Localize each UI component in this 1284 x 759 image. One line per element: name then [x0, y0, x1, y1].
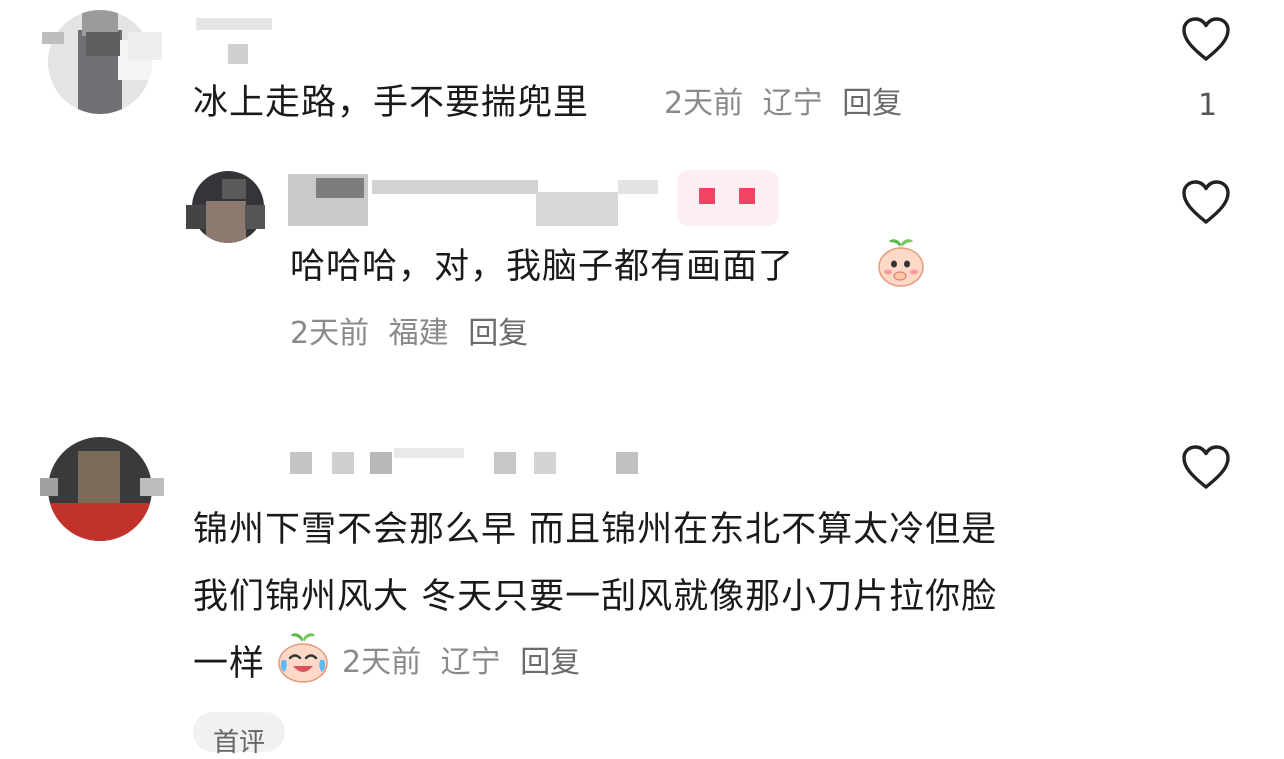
- mosaic-block: [40, 478, 58, 496]
- reply-button[interactable]: 回复: [520, 645, 580, 680]
- comment-time: 2天前: [342, 645, 422, 680]
- like-button[interactable]: [1181, 179, 1231, 225]
- mosaic-block: [245, 205, 265, 229]
- comment-time: 2天前: [290, 316, 370, 351]
- comment-text-line: 一样: [193, 644, 266, 684]
- first-comment-chip[interactable]: 首评: [193, 712, 286, 758]
- username-redacted[interactable]: [40, 14, 280, 64]
- comment-location: 辽宁: [440, 645, 501, 680]
- author-badge: [677, 170, 779, 226]
- mosaic-block: [186, 205, 206, 229]
- avatar[interactable]: [48, 437, 152, 541]
- like-button[interactable]: [1181, 444, 1231, 490]
- comment-meta: 2天前 福建 回复: [290, 319, 528, 349]
- comment-location: 辽宁: [762, 86, 823, 121]
- comment-meta: 2天前 辽宁 回复: [342, 648, 580, 678]
- peach-laugh-emoji-icon: [876, 236, 926, 288]
- heart-outline-icon: [1182, 180, 1230, 224]
- reply-button[interactable]: 回复: [842, 86, 902, 121]
- comment-text-line: 锦州下雪不会那么早 而且锦州在东北不算太冷但是: [193, 510, 998, 550]
- heart-outline-icon: [1182, 445, 1230, 489]
- username-redacted[interactable]: [210, 446, 650, 476]
- reply-text: 哈哈哈，对，我脑子都有画面了: [290, 247, 795, 287]
- comment-meta: 2天前 辽宁 回复: [664, 89, 902, 119]
- like-count: 1: [1198, 88, 1218, 123]
- username-redacted[interactable]: [288, 174, 668, 226]
- mosaic-block: [140, 478, 164, 496]
- reply-button[interactable]: 回复: [468, 316, 528, 351]
- heart-outline-icon: [1182, 17, 1230, 61]
- peach-crying-laughing-emoji-icon: [276, 630, 330, 684]
- comment-location: 福建: [388, 316, 449, 351]
- comment-text: 冰上走路，手不要揣兜里: [193, 83, 590, 123]
- comment-time: 2天前: [664, 86, 744, 121]
- like-button[interactable]: [1181, 16, 1231, 62]
- comment-text-line: 我们锦州风大 冬天只要一刮风就像那小刀片拉你脸: [193, 577, 998, 617]
